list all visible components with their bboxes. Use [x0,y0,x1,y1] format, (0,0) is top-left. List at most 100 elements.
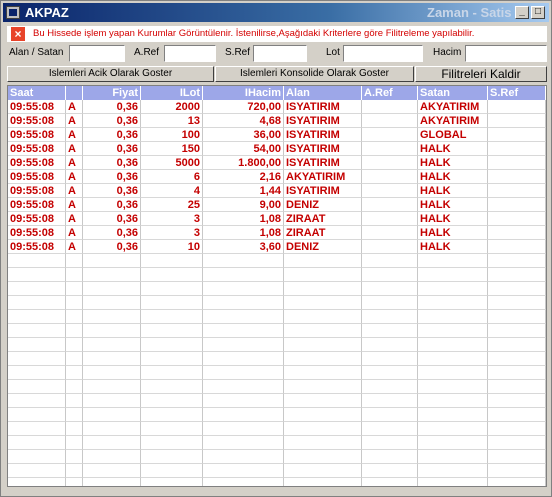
cell-saat [8,310,66,324]
cell-ilot: 25 [141,198,203,212]
cell-alan: ISYATIRIM [284,114,362,128]
cell-ilot: 3 [141,226,203,240]
cell-ihacim [203,282,284,296]
cell-ihacim [203,324,284,338]
cell-side: A [66,240,83,254]
show-open-button[interactable]: Islemleri Acik Olarak Goster [7,66,214,82]
cell-side: A [66,100,83,114]
table-row[interactable]: 09:55:08 A 0,36 3 1,08 ZIRAAT HALK [8,226,546,240]
cell-ilot [141,464,203,478]
cell-ihacim [203,296,284,310]
cell-ilot [141,268,203,282]
cell-saat [8,450,66,464]
minimize-button[interactable]: _ [515,6,529,19]
cell-sref [488,156,546,170]
cell-ihacim: 1,44 [203,184,284,198]
cell-aref [362,100,418,114]
cell-sref [488,100,546,114]
column-header-sref[interactable]: S.Ref [488,86,546,100]
empty-table-row [8,436,546,450]
column-header-ihacim[interactable]: IHacim [203,86,284,100]
cell-aref [362,338,418,352]
table-row[interactable]: 09:55:08 A 0,36 13 4,68 ISYATIRIM AKYATIRIM [8,114,546,128]
column-header-ilot[interactable]: ILot [141,86,203,100]
empty-table-row [8,282,546,296]
title-bar[interactable]: AKPAZ Zaman - Satis _ □ [3,3,549,22]
cell-ilot: 5000 [141,156,203,170]
filter-bar: Alan / Satan A.Ref S.Ref Lot Hacim [7,45,547,63]
trades-table[interactable]: Saat Fiyat ILot IHacim Alan A.Ref Satan S.Ref 0… [7,85,547,487]
cell-aref [362,226,418,240]
column-header-saat[interactable]: Saat [8,86,66,100]
cell-sref [488,212,546,226]
cell-alan [284,464,362,478]
cell-sref [488,114,546,128]
table-row[interactable]: 09:55:08 A 0,36 3 1,08 ZIRAAT HALK [8,212,546,226]
cell-side [66,282,83,296]
table-row[interactable]: 09:55:08 A 0,36 25 9,00 DENIZ HALK [8,198,546,212]
table-row[interactable]: 09:55:08 A 0,36 2000 720,00 ISYATIRIM AKYATIRI… [8,100,546,114]
table-row[interactable]: 09:55:08 A 0,36 10 3,60 DENIZ HALK [8,240,546,254]
alan-satan-input[interactable] [69,45,125,62]
table-row[interactable]: 09:55:08 A 0,36 5000 1.800,00 ISYATIRIM HALK [8,156,546,170]
cell-ilot [141,296,203,310]
column-header-side[interactable] [66,86,83,100]
cell-ilot: 3 [141,212,203,226]
cell-ilot: 150 [141,142,203,156]
aref-input[interactable] [164,45,216,62]
cell-aref [362,240,418,254]
lot-input[interactable] [343,45,423,62]
empty-table-row [8,450,546,464]
maximize-button[interactable]: □ [531,6,545,19]
cell-saat [8,338,66,352]
cell-side [66,310,83,324]
cell-satan: HALK [418,184,488,198]
cell-sref [488,240,546,254]
cell-satan [418,338,488,352]
cell-alan: ZIRAAT [284,212,362,226]
column-header-aref[interactable]: A.Ref [362,86,418,100]
cell-side: A [66,142,83,156]
close-x-icon[interactable]: × [11,27,25,41]
cell-ihacim: 720,00 [203,100,284,114]
table-row[interactable]: 09:55:08 A 0,36 100 36,00 ISYATIRIM GLOBAL [8,128,546,142]
empty-table-row [8,310,546,324]
table-row[interactable]: 09:55:08 A 0,36 6 2,16 AKYATIRIM HALK [8,170,546,184]
cell-fiyat: 0,36 [83,184,141,198]
cell-ilot [141,324,203,338]
column-header-alan[interactable]: Alan [284,86,362,100]
cell-saat: 09:55:08 [8,114,66,128]
cell-saat [8,464,66,478]
table-row[interactable]: 09:55:08 A 0,36 4 1,44 ISYATIRIM HALK [8,184,546,198]
hacim-input[interactable] [465,45,547,62]
cell-satan: HALK [418,198,488,212]
cell-side: A [66,226,83,240]
app-icon [6,6,20,19]
cell-side [66,324,83,338]
cell-alan: ZIRAAT [284,226,362,240]
cell-ilot [141,338,203,352]
clear-filters-button[interactable]: Filitreleri Kaldir [415,66,547,82]
cell-ihacim [203,310,284,324]
cell-ihacim [203,464,284,478]
column-header-satan[interactable]: Satan [418,86,488,100]
cell-fiyat [83,296,141,310]
cell-sref [488,394,546,408]
cell-saat: 09:55:08 [8,212,66,226]
column-header-fiyat[interactable]: Fiyat [83,86,141,100]
cell-saat [8,394,66,408]
cell-alan: ISYATIRIM [284,142,362,156]
cell-saat [8,436,66,450]
cell-fiyat [83,268,141,282]
sref-input[interactable] [253,45,307,62]
cell-satan: HALK [418,212,488,226]
empty-table-row [8,422,546,436]
cell-ilot: 2000 [141,100,203,114]
cell-fiyat [83,310,141,324]
cell-alan [284,366,362,380]
table-row[interactable]: 09:55:08 A 0,36 150 54,00 ISYATIRIM HALK [8,142,546,156]
show-consolidated-button[interactable]: Islemleri Konsolide Olarak Goster [215,66,414,82]
cell-satan [418,478,488,486]
cell-satan [418,268,488,282]
cell-alan [284,450,362,464]
